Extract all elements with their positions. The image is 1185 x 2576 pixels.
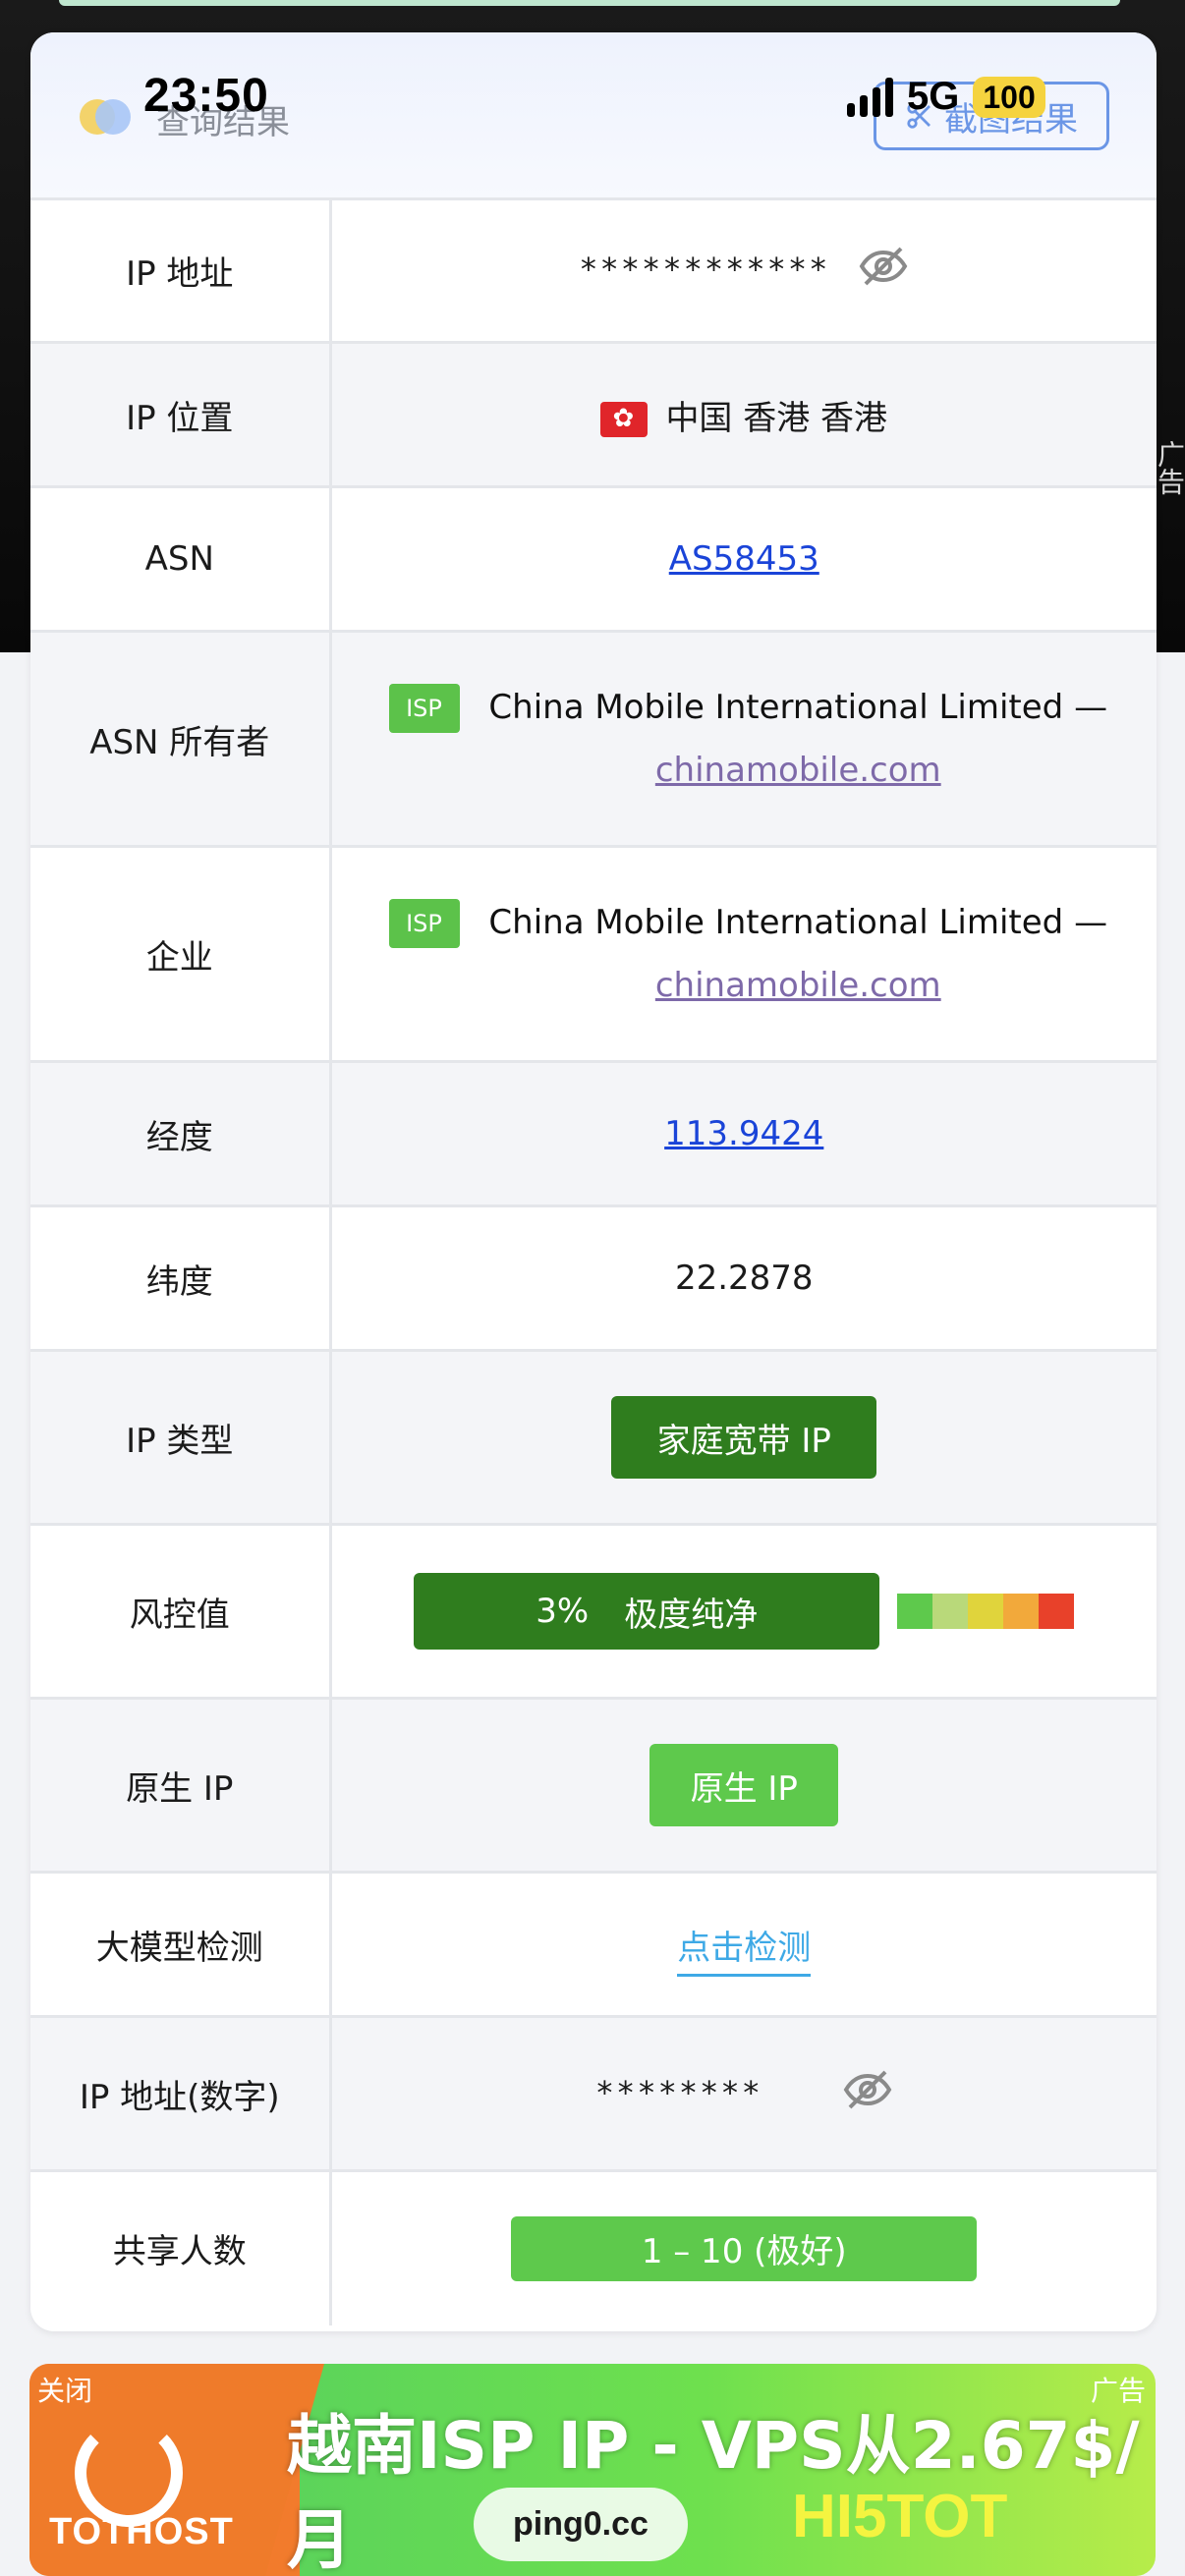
shared-users-badge: 1 – 10 (极好): [511, 2215, 978, 2281]
side-ad-label[interactable]: 广告: [1152, 440, 1185, 495]
eye-off-icon[interactable]: [842, 2068, 893, 2120]
asn-owner-name: China Mobile International Limited —: [488, 688, 1108, 727]
row-label: 共享人数: [30, 2169, 332, 2325]
table-row: 企业 ISP China Mobile International Limite…: [30, 845, 1157, 1062]
table-row: 共享人数 1 – 10 (极好): [30, 2169, 1157, 2325]
longitude-link[interactable]: 113.9424: [664, 1114, 823, 1153]
risk-score-badge: 3% 极度纯净: [414, 1573, 880, 1650]
asn-link[interactable]: AS58453: [669, 539, 819, 579]
ip-location-cell: 中国 香港 香港: [330, 341, 1157, 487]
banner-headline: 越南ISP IP - VPS从2.67$/月: [287, 2408, 1140, 2576]
hong-kong-flag-icon: [600, 402, 649, 437]
ip-type-badge: 家庭宽带 IP: [611, 1396, 877, 1479]
network-type: 5G: [907, 75, 960, 118]
banner-logo-text: TOTHOST: [49, 2511, 234, 2552]
top-accent-strip: [59, 0, 1120, 6]
asn-owner-cell: ISP China Mobile International Limited —…: [330, 630, 1157, 847]
row-label: 风控值: [30, 1523, 332, 1699]
cellular-signal-icon: [847, 77, 893, 117]
ad-banner[interactable]: TOTHOST 关闭 广告 越南ISP IP - VPS从2.67$/月 pin…: [29, 2364, 1156, 2576]
row-label: 原生 IP: [30, 1697, 332, 1873]
ip-location-value: 中国 香港 香港: [665, 398, 888, 438]
row-label: 企业: [30, 845, 332, 1062]
risk-text: 极度纯净: [624, 1595, 759, 1635]
table-row: IP 类型 家庭宽带 IP: [30, 1349, 1157, 1525]
llm-detect-cell: 点击检测: [330, 1871, 1157, 2017]
asn-cell: AS58453: [330, 485, 1157, 632]
ip-info-table: IP 地址 ************ IP 位置 中国 香港 香港 ASN AS…: [30, 197, 1157, 2325]
asn-owner-domain-link[interactable]: chinamobile.com: [655, 751, 941, 790]
site-badge[interactable]: ping0.cc: [474, 2488, 688, 2561]
table-row: IP 地址(数字) ********: [30, 2015, 1157, 2171]
row-label: IP 地址: [30, 197, 332, 343]
row-label: IP 位置: [30, 341, 332, 487]
status-time: 23:50: [143, 70, 269, 122]
ip-numeric-value: ********: [594, 2073, 762, 2111]
status-indicators: 5G 100: [847, 75, 1045, 119]
row-label: 纬度: [30, 1204, 332, 1351]
isp-badge: ISP: [388, 899, 460, 948]
table-row: 大模型检测 点击检测: [30, 1871, 1157, 2017]
table-row: ASN AS58453: [30, 485, 1157, 632]
risk-cell: 3% 极度纯净: [330, 1523, 1157, 1699]
ip-address-value: ************: [579, 251, 830, 288]
row-label: IP 类型: [30, 1349, 332, 1525]
ip-type-cell: 家庭宽带 IP: [330, 1349, 1157, 1525]
native-ip-cell: 原生 IP: [330, 1697, 1157, 1873]
longitude-cell: 113.9424: [330, 1060, 1157, 1206]
native-ip-badge: 原生 IP: [649, 1744, 839, 1826]
ip-numeric-cell: ********: [330, 2015, 1157, 2171]
eye-off-icon[interactable]: [858, 245, 909, 297]
banner-promo-code: HI5TOT: [792, 2483, 1008, 2550]
enterprise-cell: ISP China Mobile International Limited —…: [330, 845, 1157, 1062]
llm-detect-button[interactable]: 点击检测: [677, 1928, 812, 1977]
row-label: 经度: [30, 1060, 332, 1206]
table-row: 经度 113.9424: [30, 1060, 1157, 1206]
table-row: IP 地址 ************: [30, 197, 1157, 343]
risk-scale: [897, 1594, 1075, 1629]
table-row: 纬度 22.2878: [30, 1204, 1157, 1351]
header-logo-icon: [80, 99, 131, 135]
table-row: ASN 所有者 ISP China Mobile International L…: [30, 630, 1157, 847]
banner-close-button[interactable]: 关闭: [37, 2370, 92, 2409]
shared-users-cell: 1 – 10 (极好): [330, 2169, 1157, 2325]
ip-address-cell: ************: [330, 197, 1157, 343]
table-row: 原生 IP 原生 IP: [30, 1697, 1157, 1873]
isp-badge: ISP: [388, 684, 460, 733]
row-label: IP 地址(数字): [30, 2015, 332, 2171]
row-label: ASN 所有者: [30, 630, 332, 847]
latitude-value: 22.2878: [330, 1204, 1157, 1351]
row-label: 大模型检测: [30, 1871, 332, 2017]
row-label: ASN: [30, 485, 332, 632]
risk-percent: 3%: [536, 1592, 590, 1631]
table-row: IP 位置 中国 香港 香港: [30, 341, 1157, 487]
table-row: 风控值 3% 极度纯净: [30, 1523, 1157, 1699]
enterprise-domain-link[interactable]: chinamobile.com: [655, 966, 941, 1005]
enterprise-name: China Mobile International Limited —: [488, 903, 1108, 942]
battery-level: 100: [973, 76, 1045, 118]
result-card: 查询结果 截图结果 IP 地址 ************ IP 位置 中国 香港…: [30, 32, 1157, 2331]
